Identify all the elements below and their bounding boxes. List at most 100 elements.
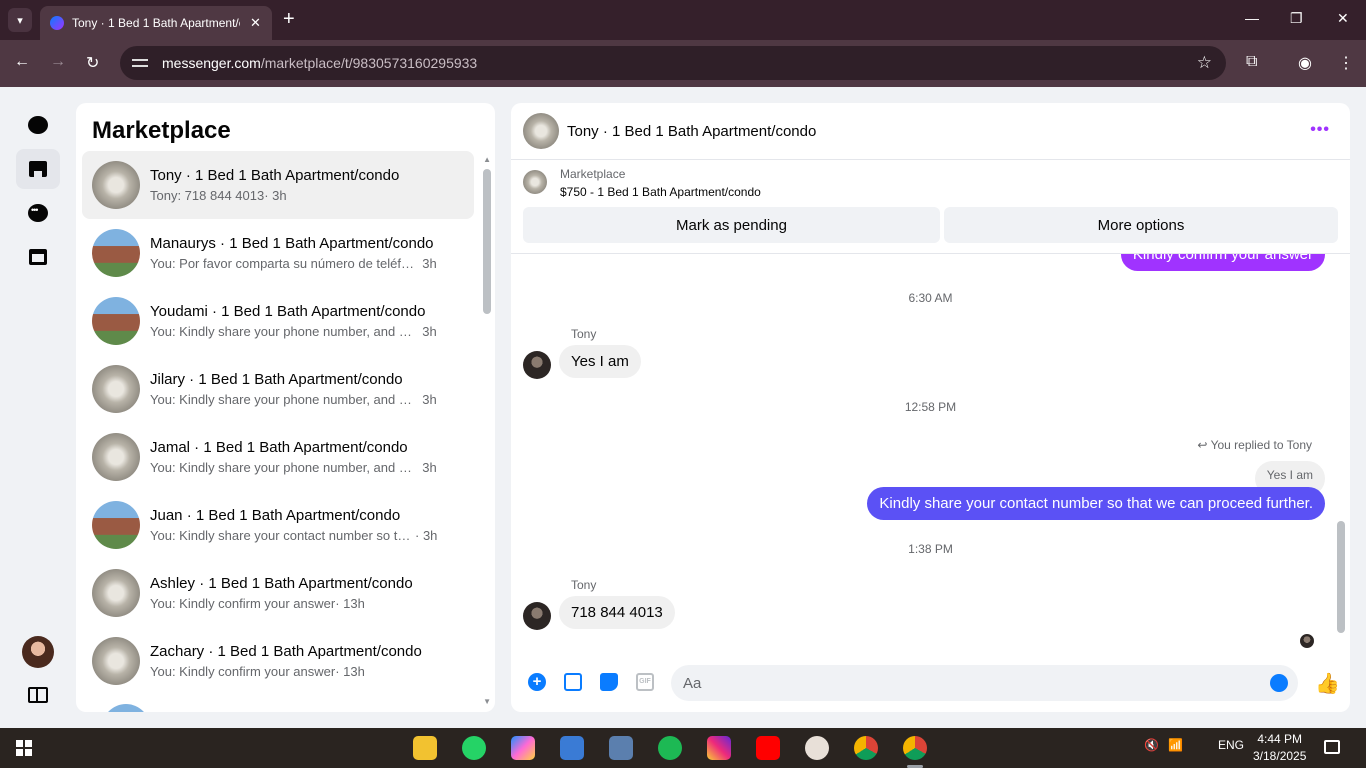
instagram-icon[interactable] bbox=[707, 736, 731, 760]
conversation-name: Youdami · 1 Bed 1 Bath Apartment/condo bbox=[150, 303, 426, 320]
listing-avatar bbox=[92, 365, 140, 413]
browser-menu-icon[interactable]: ⋮ bbox=[1338, 53, 1354, 73]
marketplace-store-icon bbox=[29, 161, 47, 177]
conversation-item[interactable]: Manaurys · 1 Bed 1 Bath Apartment/condo … bbox=[82, 219, 474, 287]
youtube-icon[interactable] bbox=[756, 736, 780, 760]
browser-toolbar: ← → ↻ messenger.com/marketplace/t/983057… bbox=[0, 40, 1366, 87]
sender-name: Tony bbox=[571, 327, 597, 341]
notification-icon[interactable] bbox=[1324, 740, 1340, 754]
conversation-preview: You: Por favor comparta su número de tel… bbox=[150, 256, 415, 271]
chrome-icon[interactable] bbox=[854, 736, 878, 760]
profile-icon[interactable]: ◉ bbox=[1298, 53, 1312, 73]
minimize-button[interactable]: — bbox=[1245, 10, 1259, 26]
reply-arrow-icon: ↩ bbox=[1197, 438, 1211, 452]
message-input[interactable]: Aa bbox=[671, 665, 1298, 701]
close-window-button[interactable]: ✕ bbox=[1337, 10, 1349, 27]
more-options-button[interactable]: More options bbox=[944, 207, 1338, 243]
more-icon[interactable]: ••• bbox=[1310, 121, 1330, 139]
chat-avatar[interactable] bbox=[523, 113, 559, 149]
gif-icon[interactable]: GIF bbox=[636, 673, 654, 691]
active-tab[interactable]: Tony · 1 Bed 1 Bath Apartment/c ✕ bbox=[40, 6, 272, 40]
chat-header: Tony · 1 Bed 1 Bath Apartment/condo ••• bbox=[511, 103, 1350, 160]
timestamp: 1:38 PM bbox=[908, 542, 953, 556]
conversation-time: · 13h bbox=[335, 596, 365, 611]
listing-title[interactable]: $750 - 1 Bed 1 Bath Apartment/condo bbox=[560, 185, 761, 199]
restore-button[interactable]: ❐ bbox=[1290, 10, 1303, 27]
conversation-item[interactable]: Zachary · 1 Bed 1 Bath Apartment/condo Y… bbox=[82, 627, 474, 695]
requests-nav[interactable] bbox=[16, 193, 60, 233]
conversation-name: Tony · 1 Bed 1 Bath Apartment/condo bbox=[150, 167, 400, 184]
sender-avatar[interactable] bbox=[523, 351, 551, 379]
forward-button[interactable]: → bbox=[50, 53, 66, 71]
chat-title[interactable]: Tony · 1 Bed 1 Bath Apartment/condo bbox=[567, 123, 816, 140]
chat-scrollbar[interactable] bbox=[1337, 521, 1345, 633]
conversation-item[interactable]: Youdami · 1 Bed 1 Bath Apartment/condo Y… bbox=[82, 287, 474, 355]
copilot-icon[interactable] bbox=[511, 736, 535, 760]
language-indicator[interactable]: ENG bbox=[1218, 738, 1244, 752]
conversation-preview: You: Kindly share your contact number so… bbox=[150, 528, 415, 543]
outgoing-message: Kindly confirm your answer bbox=[1120, 254, 1325, 271]
conversation-name: Juan · 1 Bed 1 Bath Apartment/condo bbox=[150, 507, 401, 524]
bookmark-star-icon[interactable]: ☆ bbox=[1197, 53, 1212, 73]
spotify-icon[interactable] bbox=[658, 736, 682, 760]
windows-start-icon[interactable] bbox=[16, 740, 32, 756]
reload-button[interactable]: ↻ bbox=[86, 53, 99, 73]
address-bar[interactable]: messenger.com/marketplace/t/983057316029… bbox=[120, 46, 1226, 80]
conversation-time: · 13h bbox=[335, 664, 365, 679]
conversation-name: Jilary · 1 Bed 1 Bath Apartment/condo bbox=[150, 371, 403, 388]
message-thread: Kindly confirm your answer 6:30 AM Tony … bbox=[511, 254, 1350, 658]
site-info-icon[interactable] bbox=[132, 57, 148, 69]
listing-thumb[interactable] bbox=[523, 170, 547, 194]
sender-avatar[interactable] bbox=[523, 602, 551, 630]
clock-date: 3/18/2025 bbox=[1253, 749, 1307, 763]
archive-nav[interactable] bbox=[16, 237, 60, 277]
url-path: /marketplace/t/9830573160295933 bbox=[260, 55, 478, 71]
conversation-item[interactable]: Jilary · 1 Bed 1 Bath Apartment/condo Yo… bbox=[82, 355, 474, 423]
sticker-icon[interactable] bbox=[600, 673, 618, 691]
new-tab-button[interactable]: + bbox=[283, 8, 295, 30]
conversation-name: Jamal · 1 Bed 1 Bath Apartment/condo bbox=[150, 439, 408, 456]
listing-avatar bbox=[92, 569, 140, 617]
user-avatar[interactable] bbox=[22, 636, 54, 668]
mark-pending-button[interactable]: Mark as pending bbox=[523, 207, 940, 243]
conversation-item[interactable]: Juan · 1 Bed 1 Bath Apartment/condo You:… bbox=[82, 491, 474, 559]
tab-close-icon[interactable]: ✕ bbox=[250, 15, 261, 31]
tab-search-button[interactable]: ▾ bbox=[8, 8, 32, 32]
toggle-sidebar-icon[interactable] bbox=[28, 687, 48, 703]
chats-nav[interactable] bbox=[16, 105, 60, 145]
chrome-profile-icon[interactable] bbox=[903, 736, 927, 768]
conversation-preview: You: Kindly confirm your answer bbox=[150, 664, 336, 679]
listing-avatar bbox=[92, 297, 140, 345]
app-icon[interactable] bbox=[609, 736, 633, 760]
paint-icon[interactable] bbox=[805, 736, 829, 760]
conversation-item[interactable]: Tony · 1 Bed 1 Bath Apartment/condo Tony… bbox=[82, 151, 474, 219]
whatsapp-icon[interactable] bbox=[462, 736, 486, 760]
emoji-icon[interactable] bbox=[1270, 674, 1288, 692]
conversation-preview: You: Kindly confirm your answer bbox=[150, 596, 336, 611]
listing-avatar bbox=[92, 229, 140, 277]
clock[interactable]: 4:44 PM 3/18/2025 bbox=[1253, 731, 1306, 765]
back-button[interactable]: ← bbox=[14, 53, 30, 71]
conversation-item[interactable]: Ashley · 1 Bed 1 Bath Apartment/condo Yo… bbox=[82, 559, 474, 627]
file-explorer-icon[interactable] bbox=[413, 736, 437, 760]
network-icon[interactable]: 📶 bbox=[1168, 738, 1183, 752]
conversation-list-panel: Marketplace Tony · 1 Bed 1 Bath Apartmen… bbox=[76, 103, 495, 712]
plus-icon[interactable]: + bbox=[528, 673, 546, 691]
conversation-time: 3h bbox=[422, 324, 437, 339]
conversation-item[interactable]: Jamal · 1 Bed 1 Bath Apartment/condo You… bbox=[82, 423, 474, 491]
timestamp: 6:30 AM bbox=[908, 291, 953, 305]
chat-panel: Tony · 1 Bed 1 Bath Apartment/condo ••• … bbox=[511, 103, 1350, 712]
like-icon[interactable]: 👍 bbox=[1315, 671, 1340, 696]
volume-muted-icon[interactable]: 🔇 bbox=[1144, 738, 1159, 752]
listing-label: Marketplace bbox=[560, 167, 626, 181]
store-icon[interactable] bbox=[560, 736, 584, 760]
extensions-icon[interactable]: ⧉ bbox=[1246, 53, 1257, 71]
url-text: messenger.com/marketplace/t/983057316029… bbox=[162, 55, 477, 71]
scroll-down-arrow[interactable]: ▼ bbox=[483, 697, 491, 706]
marketplace-nav[interactable] bbox=[16, 149, 60, 189]
scroll-up-arrow[interactable]: ▲ bbox=[483, 155, 491, 164]
list-scrollbar[interactable] bbox=[483, 169, 491, 314]
photo-icon[interactable] bbox=[564, 673, 582, 691]
listing-avatar bbox=[92, 161, 140, 209]
incoming-message: Yes I am bbox=[559, 345, 641, 378]
